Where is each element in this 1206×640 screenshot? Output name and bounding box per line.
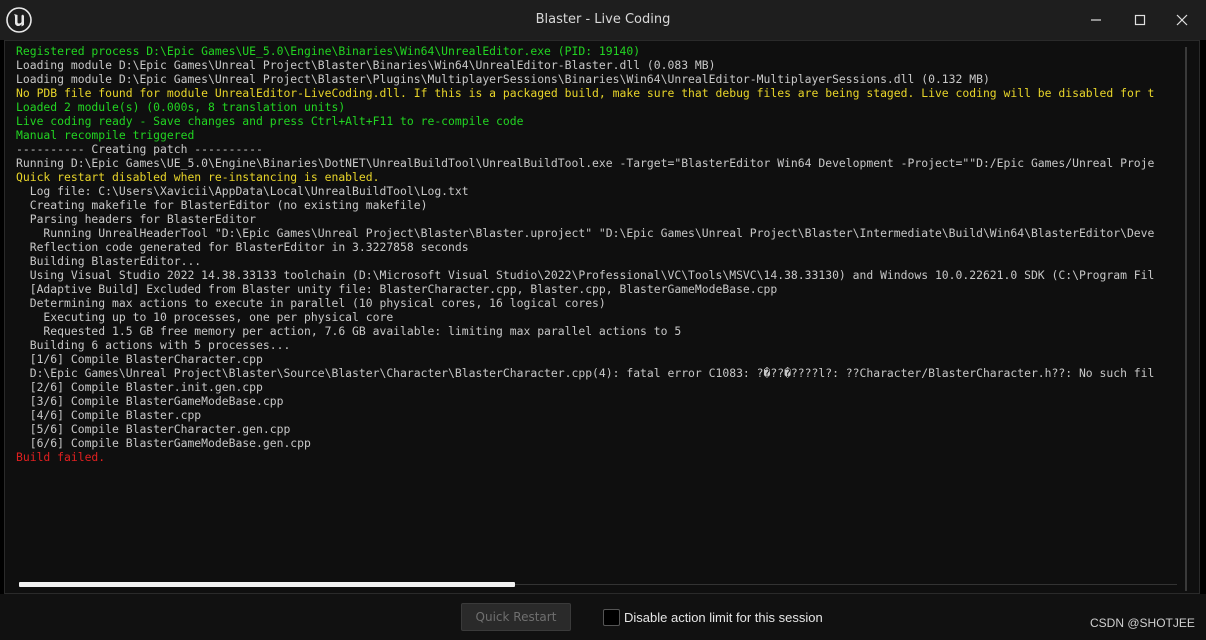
output-log-panel: Registered process D:\Epic Games\UE_5.0\… (4, 40, 1200, 594)
log-line: Building 6 actions with 5 processes... (16, 338, 291, 352)
footer-bar: Quick Restart Disable action limit for t… (0, 594, 1206, 640)
minimize-button[interactable] (1074, 0, 1118, 40)
log-line: Registered process D:\Epic Games\UE_5.0\… (16, 44, 641, 58)
output-log[interactable]: Registered process D:\Epic Games\UE_5.0\… (16, 44, 1180, 574)
log-line: Build failed. (16, 450, 106, 464)
log-line: Requested 1.5 GB free memory per action,… (16, 324, 682, 338)
title-bar[interactable]: Blaster - Live Coding (0, 0, 1206, 40)
log-line: Reflection code generated for BlasterEdi… (16, 240, 469, 254)
horizontal-scrollbar-thumb[interactable] (19, 582, 515, 587)
disable-action-limit-option[interactable]: Disable action limit for this session (603, 608, 823, 626)
minimize-icon (1090, 14, 1102, 26)
maximize-icon (1134, 14, 1146, 26)
watermark-text: CSDN @SHOTJEE (1090, 616, 1195, 630)
log-line: [5/6] Compile BlasterCharacter.gen.cpp (16, 422, 291, 436)
close-icon (1176, 14, 1188, 26)
log-line: Building BlasterEditor... (16, 254, 202, 268)
log-line: Running UnrealHeaderTool "D:\Epic Games\… (16, 226, 1155, 240)
log-line: Loaded 2 module(s) (0.000s, 8 translatio… (16, 100, 346, 114)
log-line: Running D:\Epic Games\UE_5.0\Engine\Bina… (16, 156, 1155, 170)
log-line: Parsing headers for BlasterEditor (16, 212, 257, 226)
log-line: [3/6] Compile BlasterGameModeBase.cpp (16, 394, 284, 408)
disable-action-limit-checkbox[interactable] (603, 608, 620, 626)
close-button[interactable] (1160, 0, 1204, 40)
log-line: Executing up to 10 processes, one per ph… (16, 310, 394, 324)
log-line: Determining max actions to execute in pa… (16, 296, 606, 310)
log-line: Quick restart disabled when re-instancin… (16, 170, 380, 184)
log-line: [4/6] Compile Blaster.cpp (16, 408, 202, 422)
log-line: D:\Epic Games\Unreal Project\Blaster\Sou… (16, 366, 1155, 380)
log-line: Using Visual Studio 2022 14.38.33133 too… (16, 268, 1155, 282)
log-line: Loading module D:\Epic Games\Unreal Proj… (16, 58, 716, 72)
log-line: No PDB file found for module UnrealEdito… (16, 86, 1155, 100)
log-line: ---------- Creating patch ---------- (16, 142, 263, 156)
live-coding-window: Blaster - Live Coding Registered process… (0, 0, 1206, 640)
log-line: Manual recompile triggered (16, 128, 195, 142)
maximize-button[interactable] (1118, 0, 1162, 40)
log-line: Creating makefile for BlasterEditor (no … (16, 198, 428, 212)
quick-restart-button[interactable]: Quick Restart (461, 603, 571, 631)
unreal-engine-logo-icon (6, 7, 32, 33)
log-line: [1/6] Compile BlasterCharacter.cpp (16, 352, 263, 366)
log-line: [2/6] Compile Blaster.init.gen.cpp (16, 380, 263, 394)
disable-action-limit-label: Disable action limit for this session (624, 609, 823, 625)
log-line: Live coding ready - Save changes and pre… (16, 114, 524, 128)
window-title: Blaster - Live Coding (535, 12, 671, 27)
log-line: [Adaptive Build] Excluded from Blaster u… (16, 282, 778, 296)
log-line: Log file: C:\Users\Xavicii\AppData\Local… (16, 184, 469, 198)
vertical-scrollbar[interactable] (1185, 47, 1187, 591)
log-line: [6/6] Compile BlasterGameModeBase.gen.cp… (16, 436, 311, 450)
log-line: Loading module D:\Epic Games\Unreal Proj… (16, 72, 990, 86)
